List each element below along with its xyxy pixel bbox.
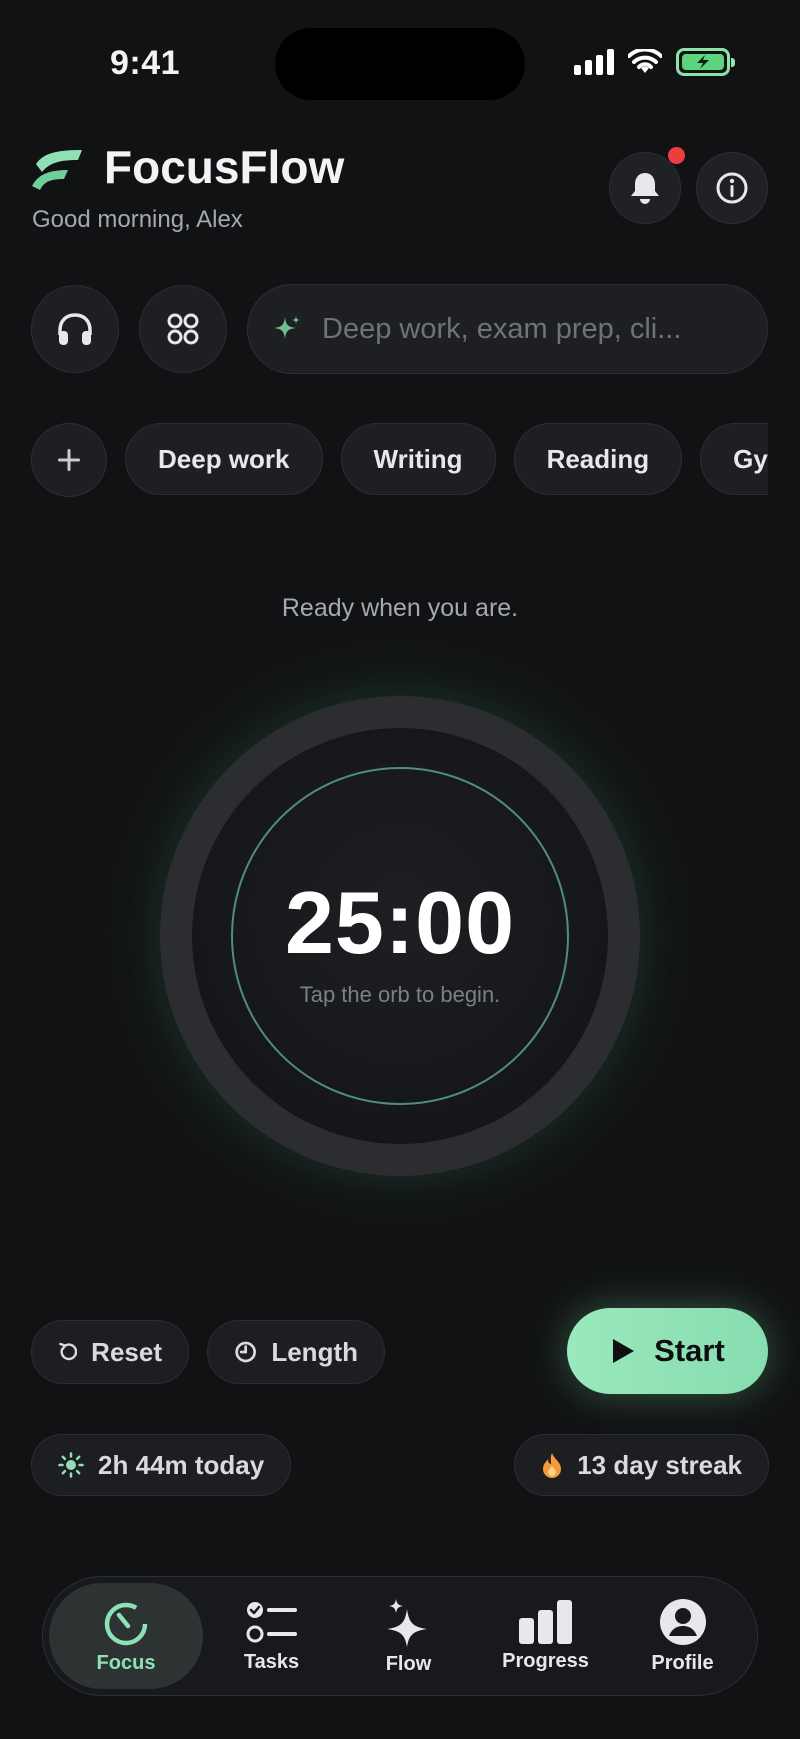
battery-icon xyxy=(676,48,735,76)
session-chips: Deep work Writing Reading Gym xyxy=(31,423,768,497)
plus-icon xyxy=(58,449,80,471)
apps-grid-button[interactable] xyxy=(139,285,227,373)
bell-icon xyxy=(631,173,659,204)
nav-flow[interactable]: Flow xyxy=(340,1583,477,1689)
status-time: 9:41 xyxy=(110,44,181,82)
chip-deep-work[interactable]: Deep work xyxy=(125,423,323,495)
chip-writing[interactable]: Writing xyxy=(340,423,496,495)
timer-display: 25:00 xyxy=(284,873,516,972)
sounds-button[interactable] xyxy=(31,285,119,373)
focusflow-logo-icon xyxy=(32,150,82,190)
app-title: FocusFlow xyxy=(104,141,345,193)
nav-tasks-label: Tasks xyxy=(243,1650,300,1673)
today-badge: 2h 44m today xyxy=(31,1434,292,1496)
start-label: Start xyxy=(654,1333,725,1368)
play-icon xyxy=(613,1339,635,1363)
chip-reading[interactable]: Reading xyxy=(513,423,683,495)
reset-icon xyxy=(59,1342,78,1361)
sun-icon xyxy=(58,1452,84,1478)
notification-badge xyxy=(668,147,685,164)
streak-badge: 13 day streak xyxy=(514,1434,769,1496)
status-icons xyxy=(574,48,735,76)
nav-progress[interactable]: Progress xyxy=(477,1583,614,1689)
info-icon xyxy=(716,172,748,204)
nav-flow-label: Flow xyxy=(385,1652,432,1675)
length-label: Length xyxy=(271,1336,358,1367)
session-search[interactable] xyxy=(247,284,768,374)
dynamic-island xyxy=(275,28,525,100)
sparkle-icon xyxy=(274,316,300,339)
nav-tasks[interactable]: Tasks xyxy=(203,1583,340,1689)
search-input[interactable] xyxy=(322,312,722,346)
wifi-icon xyxy=(628,49,662,73)
nav-focus-label: Focus xyxy=(96,1651,156,1674)
signal-icon xyxy=(574,49,614,75)
info-button[interactable] xyxy=(696,152,768,224)
nav-progress-label: Progress xyxy=(502,1649,589,1672)
bar-chart-icon xyxy=(518,1599,572,1644)
chip-gym[interactable]: Gym xyxy=(700,423,768,495)
clock-icon xyxy=(235,1341,256,1363)
streak-count: 13 day streak xyxy=(577,1449,742,1480)
bottom-nav: Focus Tasks Flow Progress Profile xyxy=(42,1576,758,1696)
flame-icon xyxy=(543,1453,562,1478)
sparkles-icon xyxy=(386,1598,427,1647)
grid-icon xyxy=(167,313,199,345)
today-time: 2h 44m today xyxy=(98,1449,265,1480)
notifications-button[interactable] xyxy=(609,152,681,224)
start-button[interactable]: Start xyxy=(567,1308,768,1394)
nav-profile[interactable]: Profile xyxy=(614,1583,751,1689)
reset-label: Reset xyxy=(91,1336,162,1367)
timer-icon xyxy=(104,1602,148,1645)
tap-hint: Tap the orb to begin. xyxy=(299,982,501,1007)
greeting-text: Good morning, Alex xyxy=(32,206,243,233)
reset-button[interactable]: Reset xyxy=(31,1320,189,1384)
nav-profile-label: Profile xyxy=(651,1651,714,1674)
nav-focus[interactable]: Focus xyxy=(49,1583,203,1689)
headphones-icon xyxy=(58,313,92,345)
ready-prompt: Ready when you are. xyxy=(281,594,519,622)
profile-icon xyxy=(659,1598,706,1645)
length-button[interactable]: Length xyxy=(207,1320,385,1384)
checklist-icon xyxy=(246,1601,297,1642)
add-chip-button[interactable] xyxy=(31,423,107,497)
